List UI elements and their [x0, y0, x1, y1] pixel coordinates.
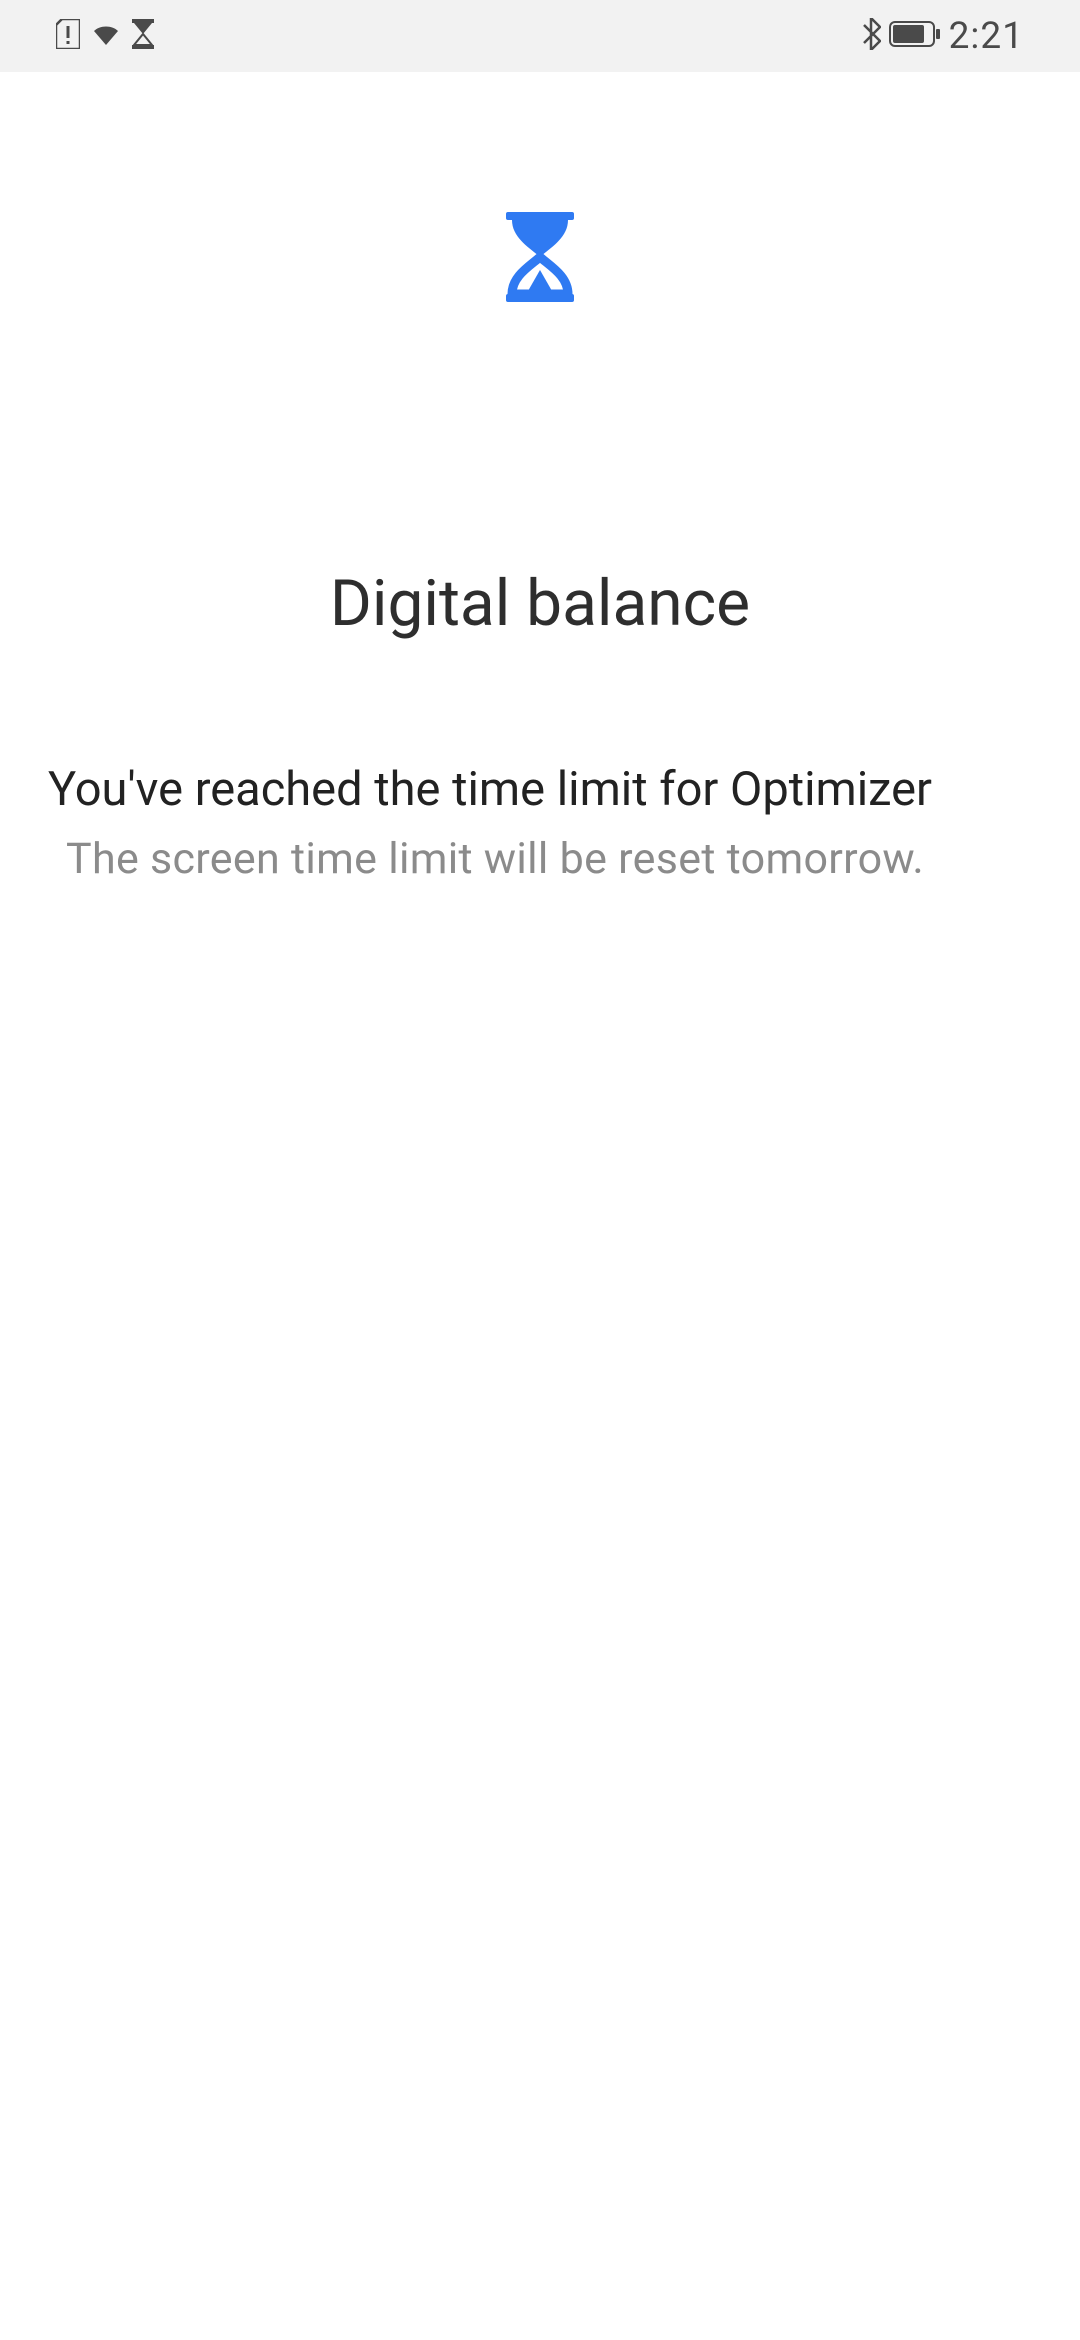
hourglass-hero	[48, 212, 1032, 306]
battery-icon	[889, 21, 941, 51]
hourglass-icon	[506, 212, 574, 306]
sim-alert-icon	[56, 19, 80, 53]
page-title: Digital balance	[48, 566, 1032, 641]
bluetooth-icon	[861, 18, 881, 54]
status-time: 2:21	[949, 15, 1024, 58]
reset-notice: The screen time limit will be reset tomo…	[48, 834, 1032, 884]
status-right-icons: 2:21	[861, 15, 1024, 58]
status-left-icons	[56, 19, 154, 53]
hourglass-status-icon	[132, 19, 154, 53]
main-content: Digital balance You've reached the time …	[0, 72, 1080, 884]
limit-message: You've reached the time limit for Optimi…	[48, 759, 1032, 820]
status-bar: 2:21	[0, 0, 1080, 72]
wifi-icon	[90, 21, 122, 51]
